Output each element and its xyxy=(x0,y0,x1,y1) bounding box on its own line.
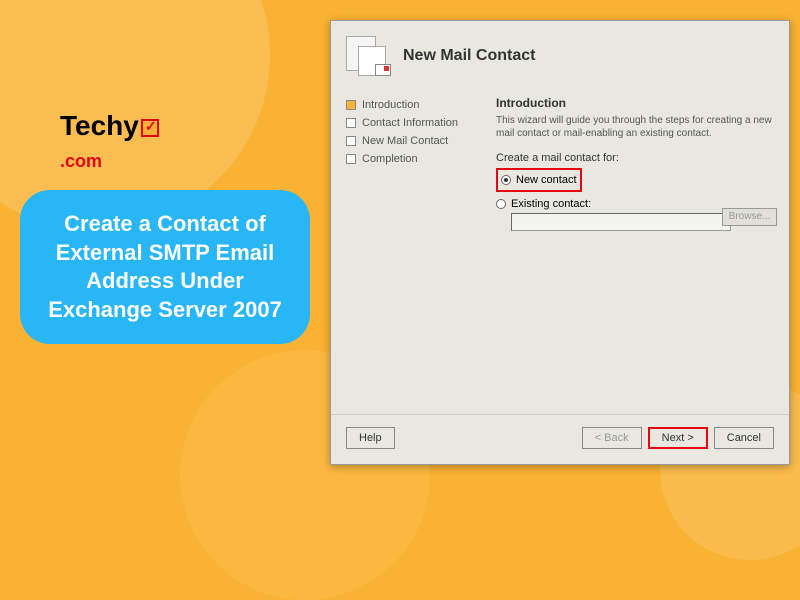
step-label: Completion xyxy=(362,153,418,165)
logo-text-1: Techy xyxy=(60,110,139,141)
radio-label: New contact xyxy=(516,174,577,186)
dialog-button-bar: Help < Back Next > Cancel xyxy=(331,414,789,449)
step-label: Introduction xyxy=(362,99,419,111)
wizard-steps: Introduction Contact Information New Mai… xyxy=(346,96,476,231)
step-indicator-icon xyxy=(346,154,356,164)
techyv-logo: Techy .com xyxy=(60,110,159,174)
step-introduction: Introduction xyxy=(346,96,476,114)
new-contact-highlight: New contact xyxy=(496,168,582,192)
browse-button: Browse... xyxy=(722,208,777,226)
back-button: < Back xyxy=(582,427,642,449)
radio-new-contact[interactable]: New contact xyxy=(501,174,577,186)
step-label: New Mail Contact xyxy=(362,135,448,147)
step-indicator-icon xyxy=(346,136,356,146)
help-button[interactable]: Help xyxy=(346,427,395,449)
step-contact-information: Contact Information xyxy=(346,114,476,132)
cancel-button[interactable]: Cancel xyxy=(714,427,774,449)
mail-contact-icon xyxy=(346,36,391,76)
content-heading: Introduction xyxy=(496,96,774,110)
next-button[interactable]: Next > xyxy=(648,427,708,449)
step-completion: Completion xyxy=(346,150,476,168)
article-title-bubble: Create a Contact of External SMTP Email … xyxy=(20,190,310,344)
logo-text-2: .com xyxy=(60,151,102,171)
field-label: Create a mail contact for: xyxy=(496,152,774,164)
step-new-mail-contact: New Mail Contact xyxy=(346,132,476,150)
radio-icon xyxy=(501,175,511,185)
radio-label: Existing contact: xyxy=(511,198,591,210)
step-indicator-icon xyxy=(346,118,356,128)
checkmark-icon xyxy=(141,119,159,137)
dialog-header: New Mail Contact xyxy=(331,21,789,86)
radio-icon xyxy=(496,199,506,209)
step-label: Contact Information xyxy=(362,117,458,129)
dialog-title: New Mail Contact xyxy=(403,47,535,65)
new-mail-contact-dialog: New Mail Contact Introduction Contact In… xyxy=(330,20,790,465)
existing-contact-input xyxy=(511,213,731,231)
article-title: Create a Contact of External SMTP Email … xyxy=(48,211,282,322)
step-indicator-icon xyxy=(346,100,356,110)
content-description: This wizard will guide you through the s… xyxy=(496,114,774,140)
